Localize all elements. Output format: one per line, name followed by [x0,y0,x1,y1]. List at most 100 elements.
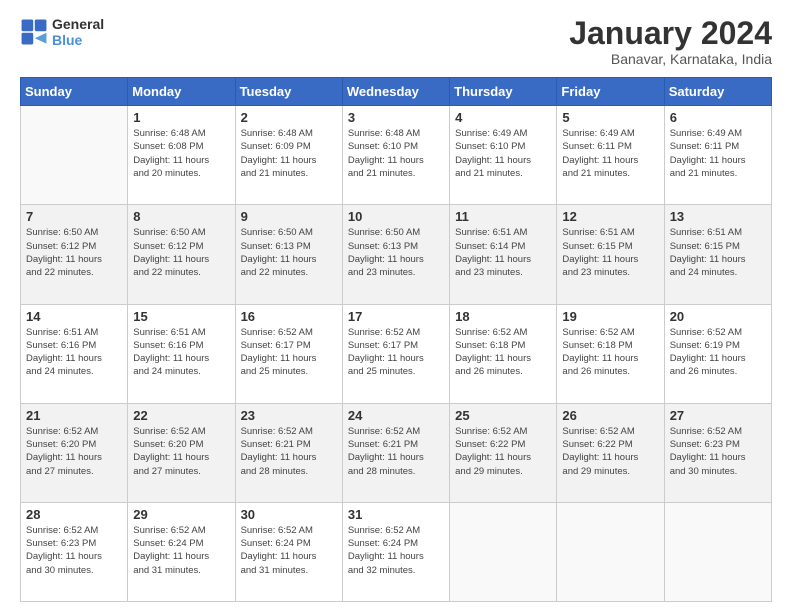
day-info: Sunrise: 6:52 AM Sunset: 6:24 PM Dayligh… [241,524,337,577]
day-number: 15 [133,309,229,324]
day-info: Sunrise: 6:49 AM Sunset: 6:10 PM Dayligh… [455,127,551,180]
calendar-cell: 11 Sunrise: 6:51 AM Sunset: 6:14 PM Dayli… [450,205,557,304]
day-info: Sunrise: 6:48 AM Sunset: 6:08 PM Dayligh… [133,127,229,180]
day-info: Sunrise: 6:50 AM Sunset: 6:13 PM Dayligh… [241,226,337,279]
header: General Blue January 2024 Banavar, Karna… [20,16,772,67]
day-info: Sunrise: 6:52 AM Sunset: 6:19 PM Dayligh… [670,326,766,379]
calendar-cell: 8Sunrise: 6:50 AM Sunset: 6:12 PM Daylig… [128,205,235,304]
day-info: Sunrise: 6:52 AM Sunset: 6:20 PM Dayligh… [133,425,229,478]
day-info: Sunrise: 6:49 AM Sunset: 6:11 PM Dayligh… [670,127,766,180]
calendar-cell [557,502,664,601]
calendar-day-header: Sunday [21,78,128,106]
day-number: 22 [133,408,229,423]
calendar-cell: 18 Sunrise: 6:52 AM Sunset: 6:18 PM Dayli… [450,304,557,403]
day-number: 27 [670,408,766,423]
day-number: 2 [241,110,337,125]
calendar-cell: 22 Sunrise: 6:52 AM Sunset: 6:20 PM Dayli… [128,403,235,502]
day-number: 17 [348,309,444,324]
calendar-cell: 26 Sunrise: 6:52 AM Sunset: 6:22 PM Dayli… [557,403,664,502]
day-info: Sunrise: 6:52 AM Sunset: 6:24 PM Dayligh… [348,524,444,577]
calendar-cell [21,106,128,205]
calendar-cell: 12Sunrise: 6:51 AM Sunset: 6:15 PM Dayli… [557,205,664,304]
day-info: Sunrise: 6:52 AM Sunset: 6:18 PM Dayligh… [562,326,658,379]
day-number: 1 [133,110,229,125]
calendar-cell: 19 Sunrise: 6:52 AM Sunset: 6:18 PM Dayli… [557,304,664,403]
day-number: 24 [348,408,444,423]
day-number: 4 [455,110,551,125]
calendar-body: 1 Sunrise: 6:48 AM Sunset: 6:08 PM Daylig… [21,106,772,602]
calendar-cell: 28 Sunrise: 6:52 AM Sunset: 6:23 PM Dayli… [21,502,128,601]
day-number: 26 [562,408,658,423]
calendar-cell: 30Sunrise: 6:52 AM Sunset: 6:24 PM Dayli… [235,502,342,601]
calendar-cell [450,502,557,601]
day-info: Sunrise: 6:50 AM Sunset: 6:12 PM Dayligh… [26,226,122,279]
calendar-cell: 14Sunrise: 6:51 AM Sunset: 6:16 PM Dayli… [21,304,128,403]
day-info: Sunrise: 6:52 AM Sunset: 6:23 PM Dayligh… [670,425,766,478]
day-info: Sunrise: 6:52 AM Sunset: 6:23 PM Dayligh… [26,524,122,577]
calendar-cell: 16 Sunrise: 6:52 AM Sunset: 6:17 PM Dayli… [235,304,342,403]
day-info: Sunrise: 6:52 AM Sunset: 6:21 PM Dayligh… [348,425,444,478]
calendar-cell: 5 Sunrise: 6:49 AM Sunset: 6:11 PM Daylig… [557,106,664,205]
main-title: January 2024 [569,16,772,51]
day-info: Sunrise: 6:48 AM Sunset: 6:09 PM Dayligh… [241,127,337,180]
calendar-cell: 15Sunrise: 6:51 AM Sunset: 6:16 PM Dayli… [128,304,235,403]
day-number: 14 [26,309,122,324]
calendar-cell: 29Sunrise: 6:52 AM Sunset: 6:24 PM Dayli… [128,502,235,601]
calendar-cell: 2 Sunrise: 6:48 AM Sunset: 6:09 PM Daylig… [235,106,342,205]
day-number: 8 [133,209,229,224]
day-info: Sunrise: 6:52 AM Sunset: 6:22 PM Dayligh… [562,425,658,478]
day-number: 10 [348,209,444,224]
calendar-cell: 9 Sunrise: 6:50 AM Sunset: 6:13 PM Daylig… [235,205,342,304]
calendar-header-row: SundayMondayTuesdayWednesdayThursdayFrid… [21,78,772,106]
calendar-day-header: Thursday [450,78,557,106]
day-info: Sunrise: 6:52 AM Sunset: 6:21 PM Dayligh… [241,425,337,478]
day-number: 25 [455,408,551,423]
title-block: January 2024 Banavar, Karnataka, India [569,16,772,67]
day-info: Sunrise: 6:50 AM Sunset: 6:13 PM Dayligh… [348,226,444,279]
calendar-cell: 25 Sunrise: 6:52 AM Sunset: 6:22 PM Dayli… [450,403,557,502]
day-info: Sunrise: 6:51 AM Sunset: 6:15 PM Dayligh… [670,226,766,279]
day-number: 16 [241,309,337,324]
calendar-week-row: 21 Sunrise: 6:52 AM Sunset: 6:20 PM Dayli… [21,403,772,502]
day-number: 21 [26,408,122,423]
calendar-cell [664,502,771,601]
day-info: Sunrise: 6:51 AM Sunset: 6:14 PM Dayligh… [455,226,551,279]
calendar-cell: 31Sunrise: 6:52 AM Sunset: 6:24 PM Dayli… [342,502,449,601]
calendar-cell: 1 Sunrise: 6:48 AM Sunset: 6:08 PM Daylig… [128,106,235,205]
calendar-cell: 3 Sunrise: 6:48 AM Sunset: 6:10 PM Daylig… [342,106,449,205]
day-number: 12 [562,209,658,224]
day-number: 5 [562,110,658,125]
calendar-day-header: Friday [557,78,664,106]
calendar-cell: 23 Sunrise: 6:52 AM Sunset: 6:21 PM Dayli… [235,403,342,502]
calendar-cell: 13 Sunrise: 6:51 AM Sunset: 6:15 PM Dayli… [664,205,771,304]
day-number: 19 [562,309,658,324]
day-number: 13 [670,209,766,224]
calendar-cell: 24 Sunrise: 6:52 AM Sunset: 6:21 PM Dayli… [342,403,449,502]
day-number: 29 [133,507,229,522]
page: General Blue January 2024 Banavar, Karna… [0,0,792,612]
day-info: Sunrise: 6:52 AM Sunset: 6:18 PM Dayligh… [455,326,551,379]
calendar-cell: 21 Sunrise: 6:52 AM Sunset: 6:20 PM Dayli… [21,403,128,502]
calendar-week-row: 14Sunrise: 6:51 AM Sunset: 6:16 PM Dayli… [21,304,772,403]
day-number: 3 [348,110,444,125]
logo-text: General Blue [52,16,104,48]
calendar-week-row: 7Sunrise: 6:50 AM Sunset: 6:12 PM Daylig… [21,205,772,304]
logo: General Blue [20,16,104,48]
day-info: Sunrise: 6:52 AM Sunset: 6:20 PM Dayligh… [26,425,122,478]
calendar-day-header: Tuesday [235,78,342,106]
day-number: 18 [455,309,551,324]
day-info: Sunrise: 6:52 AM Sunset: 6:17 PM Dayligh… [348,326,444,379]
calendar-cell: 4 Sunrise: 6:49 AM Sunset: 6:10 PM Daylig… [450,106,557,205]
day-number: 28 [26,507,122,522]
day-info: Sunrise: 6:48 AM Sunset: 6:10 PM Dayligh… [348,127,444,180]
day-info: Sunrise: 6:52 AM Sunset: 6:22 PM Dayligh… [455,425,551,478]
day-number: 23 [241,408,337,423]
day-info: Sunrise: 6:49 AM Sunset: 6:11 PM Dayligh… [562,127,658,180]
day-number: 11 [455,209,551,224]
calendar-cell: 10 Sunrise: 6:50 AM Sunset: 6:13 PM Dayli… [342,205,449,304]
calendar-week-row: 1 Sunrise: 6:48 AM Sunset: 6:08 PM Daylig… [21,106,772,205]
day-number: 9 [241,209,337,224]
day-info: Sunrise: 6:52 AM Sunset: 6:17 PM Dayligh… [241,326,337,379]
calendar-cell: 17 Sunrise: 6:52 AM Sunset: 6:17 PM Dayli… [342,304,449,403]
calendar-week-row: 28 Sunrise: 6:52 AM Sunset: 6:23 PM Dayli… [21,502,772,601]
